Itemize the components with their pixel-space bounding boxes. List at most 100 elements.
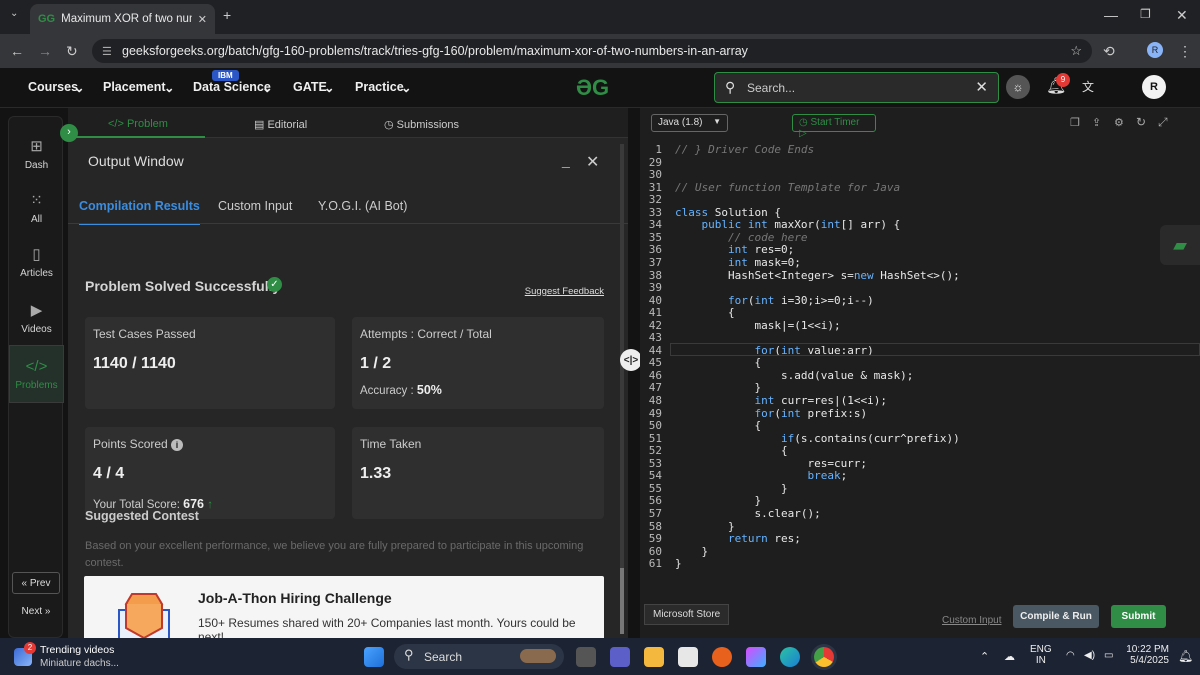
clear-search-icon[interactable]: ✕: [975, 78, 988, 96]
restore-icon[interactable]: ❐: [1140, 7, 1151, 21]
tab-close-icon[interactable]: ✕: [198, 13, 207, 26]
edge-icon[interactable]: [780, 647, 800, 667]
forward-icon[interactable]: →: [38, 43, 52, 59]
start-timer-button[interactable]: ◷ Start Timer ▷: [792, 114, 876, 139]
chrome-icon[interactable]: [814, 647, 834, 667]
nav-courses[interactable]: Courses: [28, 80, 78, 94]
upload-icon[interactable]: ⇪: [1092, 116, 1101, 129]
code-line: // } Driver Code Ends: [675, 143, 815, 156]
nav-practice[interactable]: Practice: [355, 80, 404, 94]
reload-icon[interactable]: ↻: [66, 43, 78, 60]
widget-badge: 2: [24, 642, 36, 654]
sidebar-item-articles[interactable]: ▯ Articles: [9, 245, 64, 279]
minimize-output-icon[interactable]: _: [562, 152, 570, 168]
wifi-icon[interactable]: ◠: [1066, 650, 1075, 661]
task-view-icon[interactable]: [576, 647, 596, 667]
chevron-down-icon: ⌄: [164, 81, 175, 95]
user-avatar[interactable]: R: [1142, 75, 1166, 99]
language-select[interactable]: Java (1.8) ▼: [651, 114, 728, 132]
firefox-icon[interactable]: [712, 647, 732, 667]
custom-input-link[interactable]: Custom Input: [942, 615, 1001, 626]
taskbar-search-label: Search: [424, 649, 463, 664]
language-indicator[interactable]: ENG IN: [1030, 644, 1052, 666]
sidebar-item-videos[interactable]: ▶ Videos: [9, 301, 64, 335]
copilot-icon[interactable]: [746, 647, 766, 667]
code-line: }: [675, 519, 735, 533]
sidebar-item-dash[interactable]: ⊞ Dash: [9, 137, 64, 171]
teams-icon[interactable]: [610, 647, 630, 667]
code-line: for(int prefix:s): [754, 406, 868, 420]
tab-editorial[interactable]: ▤ Editorial: [254, 118, 307, 131]
dropdown-arrow-icon: ▼: [713, 117, 721, 126]
gfg-logo[interactable]: ƏG: [576, 77, 624, 99]
widget-subtitle: Miniature dachs...: [40, 658, 119, 669]
next-button[interactable]: Next »: [12, 600, 60, 622]
line-number: 47: [648, 381, 662, 395]
sidebar-item-problems[interactable]: </> Problems: [9, 345, 64, 403]
microsoft-store-icon[interactable]: [678, 647, 698, 667]
expand-sidebar-icon[interactable]: ›: [60, 124, 78, 142]
settings-icon[interactable]: ⚙: [1114, 116, 1124, 129]
onedrive-icon[interactable]: ☁: [1004, 650, 1015, 663]
gfg-favicon-icon: GG: [38, 13, 56, 25]
job-a-thon-card[interactable]: Job-A-Thon Hiring Challenge 150+ Resumes…: [84, 576, 604, 646]
minimize-icon[interactable]: —: [1104, 7, 1118, 23]
tab-submissions[interactable]: ◷ Submissions: [384, 118, 459, 131]
prev-button[interactable]: « Prev: [12, 572, 60, 594]
back-icon[interactable]: ←: [10, 43, 24, 59]
tab-custom-input[interactable]: Custom Input: [218, 199, 292, 213]
scrollbar-track[interactable]: [620, 144, 624, 634]
copy-icon[interactable]: ❐: [1070, 116, 1080, 129]
widget-title[interactable]: Trending videos: [40, 644, 114, 656]
submit-button[interactable]: Submit: [1111, 605, 1166, 628]
tab-yogi-ai-bot[interactable]: Y.O.G.I. (AI Bot): [318, 199, 407, 213]
new-tab-icon[interactable]: +: [223, 7, 231, 23]
taskbar-search[interactable]: ⚲ Search: [394, 644, 564, 669]
bookmark-star-icon[interactable]: ☆: [1070, 43, 1082, 59]
close-output-icon[interactable]: ✕: [586, 152, 599, 172]
tab-problem[interactable]: </> Problem: [108, 118, 168, 130]
chevron-up-icon[interactable]: ⌃: [980, 650, 989, 663]
browser-tab[interactable]: GG Maximum XOR of two numbers ✕: [30, 4, 215, 34]
accuracy-label: Accuracy :: [360, 385, 414, 397]
tab-compilation-results[interactable]: Compilation Results: [79, 199, 200, 225]
clock[interactable]: 10:22 PM 5/4/2025: [1124, 644, 1169, 666]
site-info-icon[interactable]: ☰: [102, 45, 112, 58]
theme-toggle-icon[interactable]: ☼: [1006, 75, 1030, 99]
code-line: }: [675, 544, 709, 558]
start-button-icon[interactable]: [364, 647, 384, 667]
window-close-icon[interactable]: ✕: [1176, 7, 1188, 24]
code-area[interactable]: 1 // } Driver Code Ends 29 30 31 // User func…: [640, 139, 1200, 570]
panel-resize-handle[interactable]: <|>: [620, 349, 642, 371]
info-icon[interactable]: i: [171, 439, 184, 451]
browser-menu-icon[interactable]: ⋮: [1178, 43, 1192, 60]
line-number: 43: [648, 331, 662, 345]
sidebar-item-all[interactable]: ⁙ All: [9, 191, 64, 225]
chat-icon[interactable]: ▰: [1160, 225, 1200, 265]
file-explorer-icon[interactable]: [644, 647, 664, 667]
time-value: 1.33: [360, 465, 392, 482]
fullscreen-icon[interactable]: ⤢: [1158, 115, 1168, 130]
url-field[interactable]: ☰ geeksforgeeks.org/batch/gfg-160-proble…: [92, 39, 1092, 63]
nav-gate[interactable]: GATE: [293, 80, 327, 94]
gfg-navbar: Courses ⌄ Placement ⌄ Data Science ⌄ GATE ⌄ …: [0, 68, 1200, 108]
code-line: if(s.contains(curr^prefix)): [780, 431, 960, 445]
scrollbar-thumb[interactable]: [620, 568, 624, 634]
battery-icon[interactable]: ▭: [1104, 650, 1113, 661]
nav-placement[interactable]: Placement: [103, 80, 166, 94]
suggested-contest-heading: Suggested Contest: [85, 509, 199, 523]
tab-list-chevron-icon[interactable]: ⌄: [10, 8, 18, 19]
reset-icon[interactable]: ↻: [1136, 115, 1146, 129]
nav-data-science[interactable]: Data Science: [193, 80, 271, 94]
volume-icon[interactable]: ◀︎): [1084, 650, 1095, 661]
code-line: public int maxXor(int[] arr) {: [701, 218, 901, 232]
history-icon[interactable]: ⟲: [1103, 43, 1115, 60]
microsoft-store-tooltip: Microsoft Store: [644, 604, 730, 625]
suggest-feedback-link[interactable]: Suggest Feedback: [525, 286, 604, 297]
compile-run-button[interactable]: Compile & Run: [1013, 605, 1099, 628]
profile-avatar[interactable]: R: [1147, 42, 1163, 58]
translate-icon[interactable]: 文: [1082, 78, 1094, 95]
notification-bell-icon[interactable]: 🔔︎: [1178, 649, 1193, 663]
search-input[interactable]: ⚲ Search... ✕: [714, 72, 999, 103]
address-bar-row: ← → ↻ ☰ geeksforgeeks.org/batch/gfg-160-…: [0, 34, 1200, 68]
